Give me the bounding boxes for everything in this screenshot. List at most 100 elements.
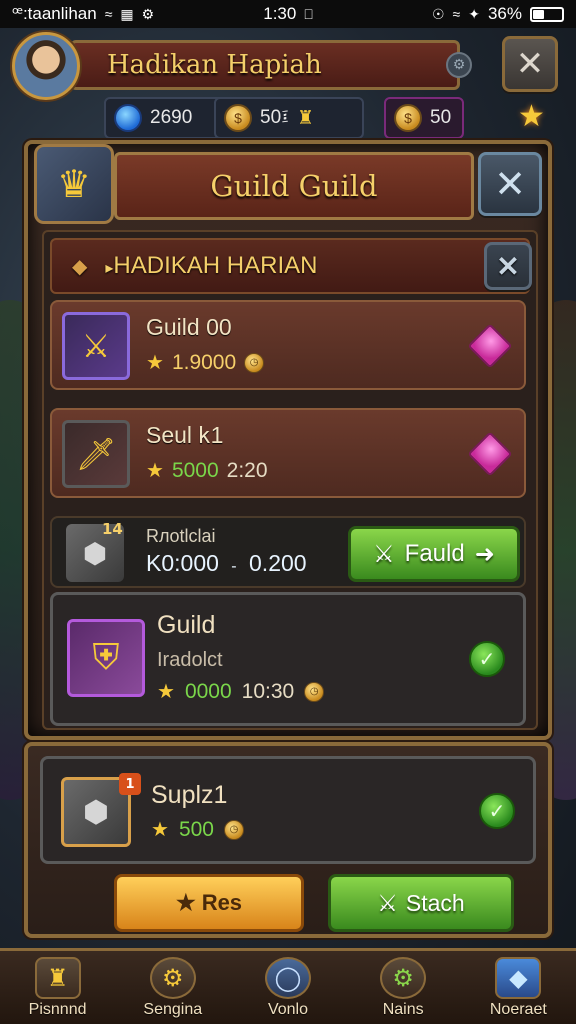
guild-quest-reward: ★ 0000 10:30 ◷ bbox=[157, 679, 325, 704]
supply-reward-value: 500 bbox=[178, 817, 214, 841]
resource-value2: 0.200 bbox=[249, 550, 307, 576]
supply-reward: ★ 500 ◷ bbox=[151, 817, 244, 842]
status-time: 1:30 bbox=[263, 4, 297, 23]
weapon-icon: ⚔ bbox=[62, 312, 130, 380]
section-header: ◆ ▸HADIKAH HARIAN ✕ bbox=[50, 238, 532, 294]
gear-icon: ⚙ bbox=[380, 956, 427, 999]
star-icon: ★ bbox=[146, 352, 164, 374]
star-icon: ★ bbox=[146, 460, 164, 482]
clock-icon: ◷ bbox=[304, 681, 325, 702]
clock-icon: ◷ bbox=[244, 352, 265, 373]
currency-gold[interactable]: $ 50፤ ♜ bbox=[214, 97, 364, 139]
location-icon: ☉ bbox=[431, 5, 445, 22]
wifi-signal-icon: ≈ bbox=[452, 6, 461, 22]
settings-icon: ⚙ bbox=[141, 5, 155, 22]
battery-percent: 36% bbox=[487, 4, 522, 23]
fauld-button[interactable]: ⚔ Fauld ➜ bbox=[348, 526, 520, 582]
nav-item-sengina[interactable]: ⚙ Sengina bbox=[118, 956, 228, 1019]
pink-gem-icon[interactable] bbox=[467, 431, 513, 477]
gold-coin-icon: $ bbox=[394, 104, 422, 132]
close-icon: ✕ bbox=[494, 162, 526, 206]
currency-gems-value: 2690 bbox=[150, 107, 193, 128]
quest-reward: ★ 5000 2:20 bbox=[146, 458, 268, 483]
player-avatar[interactable] bbox=[12, 32, 80, 100]
check-icon[interactable]: ✓ bbox=[479, 793, 515, 829]
currency-gold-value: 50፤ bbox=[260, 107, 289, 128]
close-icon: ✕ bbox=[515, 44, 545, 84]
star-icon: ★ bbox=[151, 819, 169, 841]
quest-reward: ★ 1.9000 ◷ bbox=[146, 350, 265, 375]
quest-card[interactable]: ⚔ Guild 00 ★ 1.9000 ◷ bbox=[50, 300, 526, 390]
status-bar: ꟹ:taanlihan ≈ ▦ ⚙ 1:30 ⎕ ☉ ≈ ✦ 36% bbox=[0, 0, 576, 28]
chest-icon: ♜ bbox=[296, 107, 314, 129]
nav-item-pisnnnd[interactable]: ♜ Pisnnnd bbox=[3, 956, 113, 1019]
bottom-navigation: ♜ Pisnnnd ⚙ Sengina ◯ Vonlo ⚙ Nains ◆ No… bbox=[0, 948, 576, 1024]
resource-values: K0:000 - 0.200 bbox=[146, 550, 307, 577]
currency-tokens-value: 50 bbox=[430, 107, 452, 128]
notification-icon: ⎕ bbox=[304, 5, 313, 22]
nav-label: Noeraet bbox=[489, 1000, 547, 1018]
supply-card[interactable]: ⬢ 1 Suplz1 ★ 500 ◷ ✓ bbox=[40, 756, 536, 864]
sword-icon: ⚔ bbox=[373, 540, 395, 568]
wifi-icon: ≈ bbox=[104, 6, 113, 22]
signal-icon: ✦ bbox=[468, 5, 480, 22]
daily-quests-section: ◆ ▸HADIKAH HARIAN ✕ ⚔ Guild 00 ★ 1.9000 … bbox=[42, 230, 538, 730]
orb-icon: ◯ bbox=[264, 956, 311, 999]
blue-gem-icon bbox=[114, 104, 142, 132]
currency-bar: 2690 $ 50፤ ♜ $ 50 ★ bbox=[104, 97, 564, 139]
guild-panel: ♛ Guild Guild ✕ ◆ ▸HADIKAH HARIAN ✕ ⚔ Gu… bbox=[24, 140, 552, 740]
quest-card[interactable]: 🗡 Seul 𐌺1 ★ 5000 2:20 bbox=[50, 408, 526, 498]
quest-title: Guild 00 bbox=[146, 314, 232, 340]
guild-quest-card[interactable]: ⛨ Guild Iradolct ★ 0000 10:30 ◷ ✓ bbox=[50, 592, 526, 726]
resource-row: ⬢ 14 Rлotlclai K0:000 - 0.200 ⚔ Fauld ➜ bbox=[50, 516, 526, 588]
section-title: HADIKAH HARIAN bbox=[113, 252, 318, 279]
star-icon: ★ bbox=[157, 681, 175, 703]
game-header: Hadikan Hapiah ⚙ ✕ bbox=[10, 30, 566, 100]
clock-icon: ◷ bbox=[223, 819, 244, 840]
stach-button[interactable]: ⚔ Stach bbox=[328, 874, 514, 932]
resource-value: K0:000 bbox=[146, 550, 219, 576]
pink-gem-icon[interactable] bbox=[467, 323, 513, 369]
resource-label: Rлotlclai bbox=[146, 526, 216, 546]
res-button-label: Res bbox=[201, 890, 243, 915]
nav-item-noeraet[interactable]: ◆ Noeraet bbox=[463, 956, 573, 1019]
nav-item-nains[interactable]: ⚙ Nains bbox=[348, 956, 458, 1019]
nav-item-vonlo[interactable]: ◯ Vonlo bbox=[233, 956, 343, 1019]
header-banner: Hadikan Hapiah bbox=[70, 40, 460, 90]
res-button[interactable]: ★ Res bbox=[114, 874, 304, 932]
quest-reward-value: 5000 bbox=[171, 458, 219, 482]
gold-coin-icon: $ bbox=[224, 104, 252, 132]
guild-quest-time: 10:30 bbox=[241, 679, 295, 703]
check-icon[interactable]: ✓ bbox=[469, 641, 505, 677]
quest-time: 2:20 bbox=[226, 458, 268, 482]
guild-quest-subtitle: Iradolct bbox=[157, 649, 223, 671]
section-close-button[interactable]: ✕ bbox=[484, 242, 532, 290]
guild-quest-reward-value: 0000 bbox=[184, 679, 232, 703]
panel-title-bar: Guild Guild bbox=[114, 152, 474, 220]
resource-badge: 14 bbox=[102, 520, 123, 538]
carrier-label: ꟹ:taanlihan bbox=[12, 4, 97, 23]
header-gear-icon[interactable]: ⚙ bbox=[446, 52, 472, 78]
guild-quest-title: Guild bbox=[157, 611, 216, 639]
supply-badge: 1 bbox=[119, 773, 141, 795]
sword-icon: ⚔ bbox=[377, 889, 398, 916]
panel-close-button[interactable]: ✕ bbox=[478, 152, 542, 216]
star-icon: ★ bbox=[175, 890, 196, 915]
dagger-icon: 🗡 bbox=[62, 420, 130, 488]
resource-separator: - bbox=[231, 558, 237, 575]
battery-icon bbox=[530, 6, 564, 22]
nav-label: Vonlo bbox=[267, 1000, 308, 1018]
currency-gems[interactable]: 2690 bbox=[104, 97, 228, 139]
currency-tokens[interactable]: $ 50 bbox=[384, 97, 464, 139]
guild-emblem-icon: ♛ bbox=[34, 144, 114, 224]
header-close-button[interactable]: ✕ bbox=[502, 36, 558, 92]
shield-icon: ⚙ bbox=[149, 956, 196, 999]
battery-fill bbox=[533, 9, 544, 19]
diamond-icon: ◆ bbox=[72, 255, 88, 278]
quest-title: Seul 𐌺1 bbox=[146, 422, 224, 448]
supply-panel: ⬢ 1 Suplz1 ★ 500 ◷ ✓ ★ Res ⚔ Stach bbox=[24, 742, 552, 938]
nav-label: Nains bbox=[382, 1000, 424, 1018]
nav-label: Pisnnnd bbox=[28, 1000, 87, 1018]
supply-title: Suplz1 bbox=[151, 781, 228, 809]
star-icon[interactable]: ★ bbox=[518, 99, 545, 134]
